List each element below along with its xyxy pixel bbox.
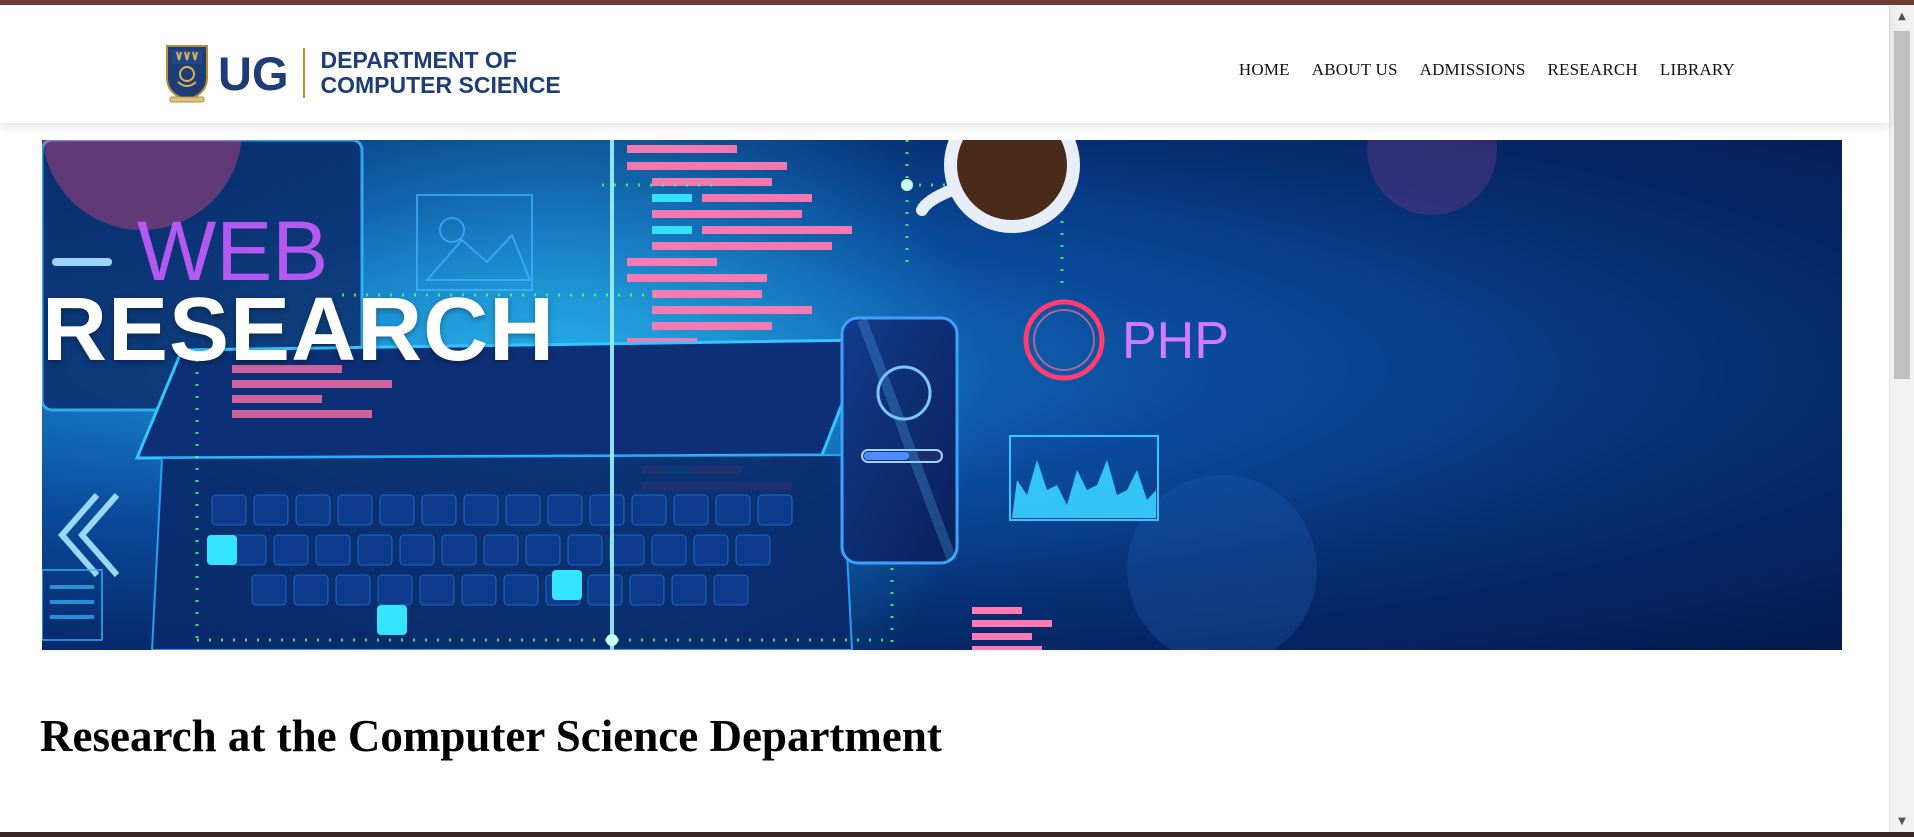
logo-line-2: COMPUTER SCIENCE xyxy=(320,72,561,98)
bottom-accent-bar xyxy=(0,832,1914,837)
chevron-down-icon[interactable]: ▼ xyxy=(1890,810,1914,832)
nav-admissions[interactable]: ADMISSIONS xyxy=(1420,60,1526,80)
nav-about-us[interactable]: ABOUT US xyxy=(1312,60,1398,80)
page: UG DEPARTMENT OF COMPUTER SCIENCE HOME A… xyxy=(0,0,1914,837)
logo-abbreviation: UG xyxy=(218,46,289,100)
nav-home[interactable]: HOME xyxy=(1239,60,1290,80)
logo-line-1: DEPARTMENT OF xyxy=(320,47,517,73)
site-logo-link[interactable]: UG DEPARTMENT OF COMPUTER SCIENCE xyxy=(164,42,561,104)
scrollbar-thumb[interactable] xyxy=(1894,31,1910,379)
logo-divider xyxy=(302,48,305,98)
hero-banner: WEB PHP RESEARCH xyxy=(42,140,1842,650)
hero-illustration: WEB PHP xyxy=(42,140,1497,650)
logo-department-name: DEPARTMENT OF COMPUTER SCIENCE xyxy=(321,48,561,98)
university-crest-icon xyxy=(166,45,208,103)
hero-art-php-label: PHP xyxy=(1122,312,1229,370)
nav-library[interactable]: LIBRARY xyxy=(1660,60,1735,80)
page-heading: Research at the Computer Science Departm… xyxy=(40,711,942,761)
chevron-up-icon[interactable]: ▲ xyxy=(1890,5,1914,27)
vertical-scrollbar[interactable]: ▲ ▼ xyxy=(1889,5,1914,832)
hero-title: RESEARCH xyxy=(42,280,556,380)
main-nav: HOME ABOUT US ADMISSIONS RESEARCH LIBRAR… xyxy=(1239,60,1735,80)
nav-research[interactable]: RESEARCH xyxy=(1548,60,1638,80)
site-header: UG DEPARTMENT OF COMPUTER SCIENCE HOME A… xyxy=(0,5,1889,123)
